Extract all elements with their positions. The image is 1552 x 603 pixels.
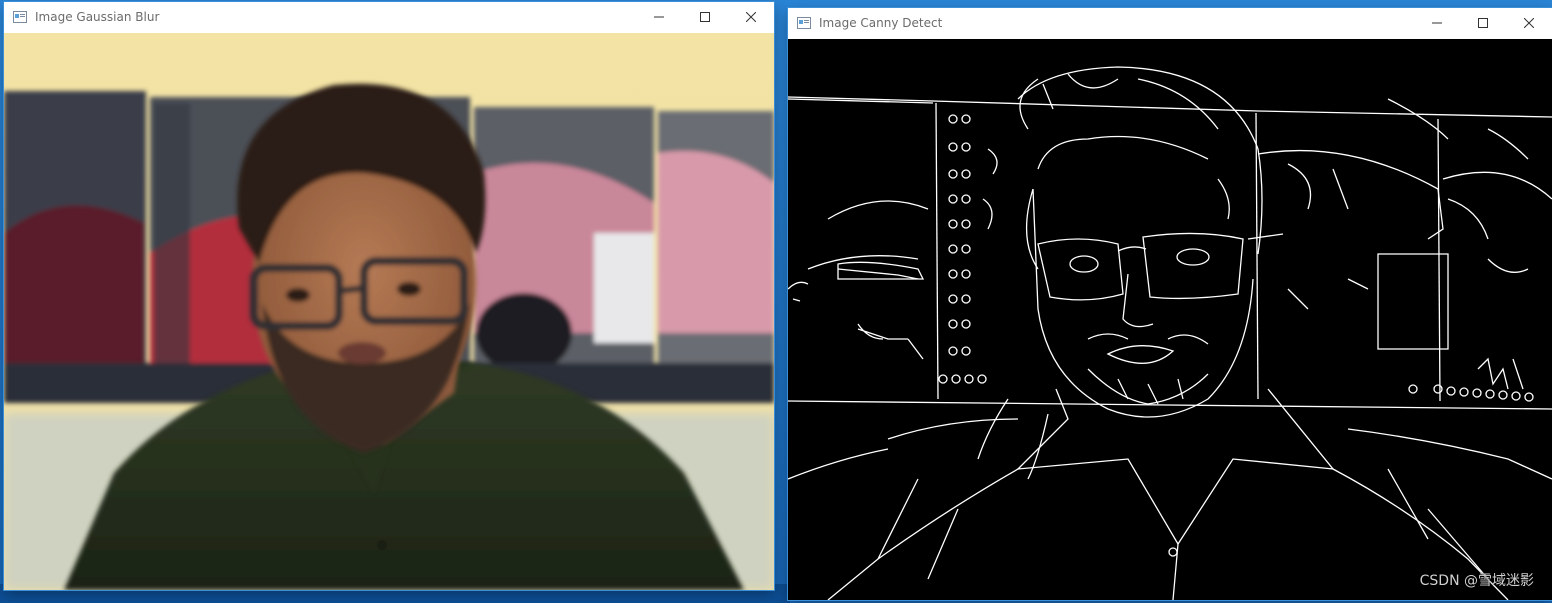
minimize-icon bbox=[654, 16, 664, 18]
blurred-photo bbox=[4, 33, 774, 590]
window-title: Image Canny Detect bbox=[819, 16, 943, 30]
close-button[interactable] bbox=[728, 2, 774, 32]
edge-image-canvas: CSDN @雪域迷影 bbox=[788, 39, 1552, 600]
close-icon bbox=[746, 12, 756, 22]
blurred-image-canvas bbox=[4, 33, 774, 590]
minimize-button[interactable] bbox=[636, 2, 682, 32]
maximize-icon bbox=[700, 12, 710, 22]
maximize-icon bbox=[1478, 18, 1488, 28]
minimize-button[interactable] bbox=[1414, 8, 1460, 38]
close-button[interactable] bbox=[1506, 8, 1552, 38]
maximize-button[interactable] bbox=[1460, 8, 1506, 38]
window-title: Image Gaussian Blur bbox=[35, 10, 160, 24]
maximize-button[interactable] bbox=[682, 2, 728, 32]
title-bar[interactable]: Image Canny Detect bbox=[788, 8, 1552, 38]
image-window-icon bbox=[797, 17, 811, 29]
image-window-icon bbox=[13, 11, 27, 23]
title-bar[interactable]: Image Gaussian Blur bbox=[4, 2, 774, 32]
canny-detect-window[interactable]: Image Canny Detect CSDN @雪域迷影 bbox=[788, 8, 1552, 600]
minimize-icon bbox=[1432, 22, 1442, 24]
close-icon bbox=[1524, 18, 1534, 28]
gaussian-blur-window[interactable]: Image Gaussian Blur bbox=[4, 2, 774, 590]
canny-edges bbox=[788, 39, 1552, 600]
csdn-watermark: CSDN @雪域迷影 bbox=[1419, 573, 1534, 589]
